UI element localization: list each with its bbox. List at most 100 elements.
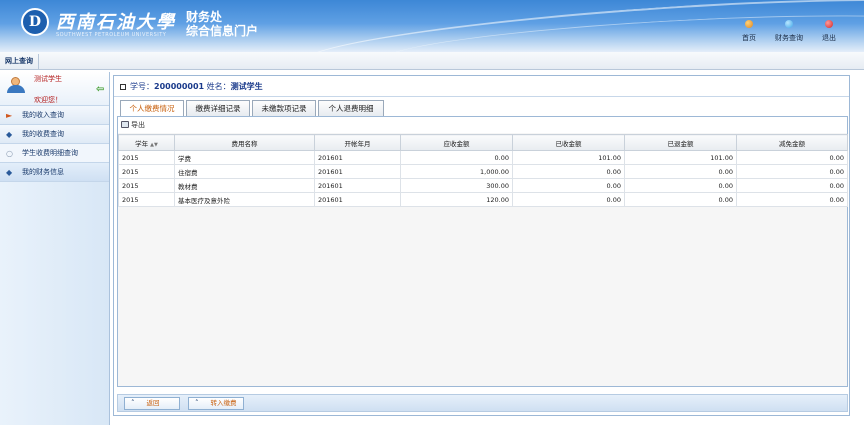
export-button[interactable]: 导出 [121, 120, 145, 130]
payment-table: 学年 ▲▼ 费用名称 开帐年月 应收金额 已收金额 已退金额 减免金额 2015 … [118, 134, 848, 207]
caret-up-icon: ˄ [131, 399, 135, 407]
exit-icon [825, 20, 833, 28]
sidebar-item-income-query[interactable]: ► 我的收入查询 [0, 106, 109, 125]
tab-payment-detail[interactable]: 缴费详细记录 [186, 100, 250, 116]
sort-icon[interactable]: ▲▼ [150, 142, 158, 148]
column-header-waived[interactable]: 减免金额 [736, 134, 848, 151]
university-logo-icon: D [21, 8, 49, 36]
cell-refunded: 101.00 [624, 150, 737, 165]
portal-title: 财务处 综合信息门户 [186, 10, 258, 38]
nav-exit-label: 退出 [822, 34, 836, 42]
export-label: 导出 [131, 121, 145, 129]
tab-refund-detail[interactable]: 个人退费明细 [318, 100, 384, 116]
table-row[interactable]: 2015 住宿费 201601 1,000.00 0.00 0.00 0.00 [118, 164, 848, 179]
nav-finance-query-label: 财务查询 [775, 34, 803, 42]
user-panel: 测试学生 欢迎您！ ⇦ [0, 72, 109, 106]
cell-year: 2015 [118, 178, 175, 193]
print-icon [121, 121, 129, 128]
column-header-receivable[interactable]: 应收金额 [400, 134, 513, 151]
cell-year: 2015 [118, 150, 175, 165]
cell-fee-name: 住宿费 [174, 164, 315, 179]
column-header-fee-name[interactable]: 费用名称 [174, 134, 315, 151]
cell-year: 2015 [118, 192, 175, 207]
cell-refunded: 0.00 [624, 192, 737, 207]
diamond-icon: ◆ [6, 130, 13, 139]
cell-refunded: 0.00 [624, 164, 737, 179]
back-label: 返回 [146, 399, 160, 407]
portal-title-line1: 财务处 [186, 10, 223, 24]
sidebar-item-finance-info[interactable]: ◆ 我的财务信息 [0, 163, 109, 182]
student-name-value: 测试学生 [230, 82, 263, 91]
cell-billing-month: 201601 [314, 150, 401, 165]
main-panel: 学号：200000001 姓名：测试学生 个人缴费情况 缴费详细记录 未缴款项记… [113, 75, 850, 416]
home-icon [745, 20, 753, 28]
sidebar-item-student-fee-detail[interactable]: ○ 学生收费明细查询 [0, 144, 109, 163]
sidebar-item-label: 我的收入查询 [22, 111, 64, 119]
cell-receivable: 1,000.00 [400, 164, 513, 179]
student-id-value: 200000001 [154, 82, 205, 91]
student-name-label: 姓名： [204, 82, 231, 91]
student-info: 学号：200000001 姓名：测试学生 [130, 81, 263, 92]
tab-online-query[interactable]: 网上查询 [0, 54, 39, 70]
cell-receivable: 300.00 [400, 178, 513, 193]
column-header-billing-month[interactable]: 开帐年月 [314, 134, 401, 151]
transfer-payment-button[interactable]: ˄ 转入缴费 [188, 397, 244, 410]
user-name: 测试学生 [34, 75, 62, 83]
query-icon [785, 20, 793, 28]
student-id-label: 学号： [130, 82, 154, 91]
records-content: 导出 学年 ▲▼ 费用名称 开帐年月 应收金额 已收金额 已退金额 减免金额 2… [117, 116, 848, 387]
table-row[interactable]: 2015 基本医疗及意外险 201601 120.00 0.00 0.00 0.… [118, 192, 848, 207]
module-tab-strip: 网上查询 [0, 52, 864, 70]
student-info-bar: 学号：200000001 姓名：测试学生 [114, 76, 849, 97]
cell-billing-month: 201601 [314, 164, 401, 179]
table-header-row: 学年 ▲▼ 费用名称 开帐年月 应收金额 已收金额 已退金额 减免金额 [118, 134, 848, 151]
table-row[interactable]: 2015 学费 201601 0.00 101.00 101.00 0.00 [118, 150, 848, 165]
collapse-arrow-icon[interactable]: ⇦ [96, 84, 104, 95]
back-button[interactable]: ˄ 返回 [124, 397, 180, 410]
table-row[interactable]: 2015 教材费 201601 300.00 0.00 0.00 0.00 [118, 178, 848, 193]
caret-up-icon: ˄ [195, 399, 199, 407]
nav-exit-button[interactable]: 退出 [804, 20, 854, 43]
cell-billing-month: 201601 [314, 192, 401, 207]
cell-received: 0.00 [512, 192, 625, 207]
column-header-refunded[interactable]: 已退金额 [624, 134, 737, 151]
tab-personal-payment[interactable]: 个人缴费情况 [120, 100, 184, 117]
university-name: 西南石油大學 [56, 12, 176, 33]
cell-received: 0.00 [512, 164, 625, 179]
cell-billing-month: 201601 [314, 178, 401, 193]
nav-home-label: 首页 [742, 34, 756, 42]
cell-receivable: 120.00 [400, 192, 513, 207]
grid-toolbar: 导出 [118, 117, 847, 133]
cell-waived: 0.00 [736, 150, 848, 165]
cell-year: 2015 [118, 164, 175, 179]
transfer-label: 转入缴费 [210, 399, 237, 407]
cell-waived: 0.00 [736, 164, 848, 179]
sidebar-item-label: 我的收费查询 [22, 130, 64, 138]
portal-title-line2: 综合信息门户 [186, 24, 259, 38]
university-english-name: SOUTHWEST PETROLEUM UNIVERSITY [56, 32, 167, 38]
arrow-right-icon: ► [6, 111, 13, 120]
column-header-received[interactable]: 已收金额 [512, 134, 625, 151]
square-icon [120, 84, 126, 90]
sidebar-item-label: 我的财务信息 [22, 168, 64, 176]
cell-fee-name: 学费 [174, 150, 315, 165]
sidebar-item-label: 学生收费明细查询 [22, 149, 78, 157]
cell-received: 0.00 [512, 178, 625, 193]
diamond-icon: ◆ [6, 168, 13, 177]
tab-unpaid-records[interactable]: 未缴款项记录 [252, 100, 316, 116]
cell-refunded: 0.00 [624, 178, 737, 193]
cell-receivable: 0.00 [400, 150, 513, 165]
cell-waived: 0.00 [736, 178, 848, 193]
app-header: D 西南石油大學 SOUTHWEST PETROLEUM UNIVERSITY … [0, 0, 864, 52]
column-header-year[interactable]: 学年 ▲▼ [118, 134, 175, 151]
action-bar: ˄ 返回 ˄ 转入缴费 [117, 394, 848, 412]
cell-fee-name: 教材费 [174, 178, 315, 193]
cell-received: 101.00 [512, 150, 625, 165]
dot-icon: ○ [6, 149, 13, 158]
sidebar: 测试学生 欢迎您！ ⇦ ► 我的收入查询 ◆ 我的收费查询 ○ 学生收费明细查询… [0, 72, 110, 425]
cell-waived: 0.00 [736, 192, 848, 207]
cell-fee-name: 基本医疗及意外险 [174, 192, 315, 207]
user-avatar-icon [6, 77, 26, 93]
sidebar-item-fee-query[interactable]: ◆ 我的收费查询 [0, 125, 109, 144]
welcome-text: 欢迎您！ [34, 96, 62, 104]
